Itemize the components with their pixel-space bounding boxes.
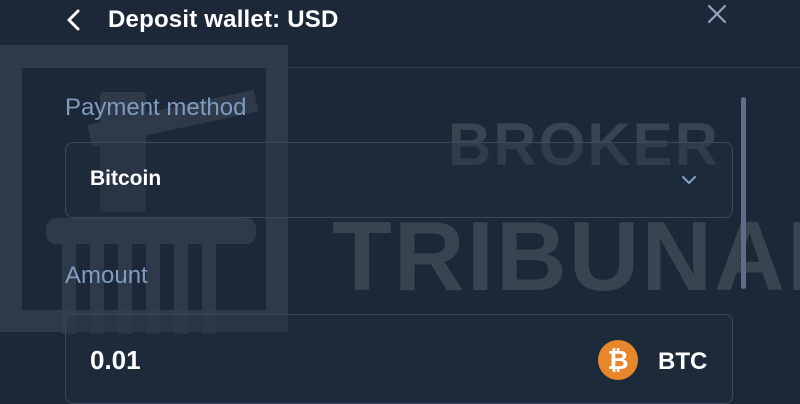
dialog-title: Deposit wallet: USD bbox=[108, 6, 339, 33]
scrollbar[interactable] bbox=[741, 97, 746, 289]
currency-code: BTC bbox=[658, 348, 708, 375]
amount-label: Amount bbox=[65, 262, 148, 289]
payment-method-label: Payment method bbox=[65, 94, 247, 121]
amount-field[interactable]: ₿ BTC bbox=[65, 314, 733, 404]
chevron-down-icon[interactable] bbox=[680, 173, 698, 187]
close-icon[interactable] bbox=[706, 3, 728, 25]
bitcoin-icon: ₿ bbox=[598, 340, 638, 380]
payment-method-select[interactable]: Bitcoin bbox=[65, 142, 733, 218]
amount-input[interactable] bbox=[90, 345, 490, 376]
payment-method-value: Bitcoin bbox=[90, 167, 162, 190]
dialog-header: Deposit wallet: USD bbox=[0, 0, 800, 68]
chevron-left-icon[interactable] bbox=[64, 8, 86, 32]
